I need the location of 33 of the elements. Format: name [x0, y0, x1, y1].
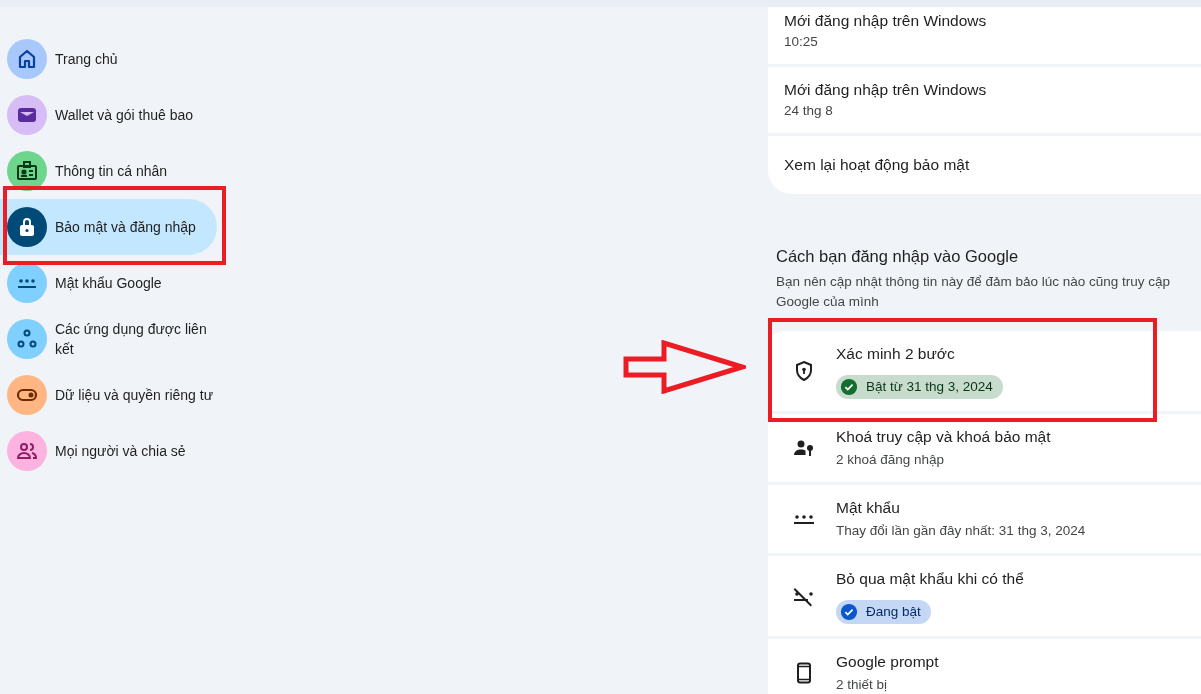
activity-title: Mới đăng nhập trên Windows	[784, 11, 988, 31]
section-description: Bạn nên cập nhật thông tin này để đảm bảo lúc nào cũng truy cập	[776, 273, 1172, 291]
activity-title: Mới đăng nhập trên Windows	[784, 80, 988, 100]
method-detail: 2 thiết bị	[836, 676, 889, 694]
sidebar-item[interactable]: Mật khẩu Google	[0, 255, 217, 311]
method-title: Xác minh 2 bước	[836, 344, 956, 364]
signin-method-row[interactable]: Mật khẩu Thay đổi lần gần đây nhất: 31 thg 3, 2024	[768, 485, 1201, 553]
activity-card[interactable]: Mới đăng nhập trên Windows 24 thg 8	[768, 67, 1201, 133]
activity-card[interactable]: Xem lại hoạt động bảo mật	[768, 136, 1201, 194]
method-title: Khoá truy cập và khoá bảo mật	[836, 427, 1051, 447]
activity-title: Xem lại hoạt động bảo mật	[784, 155, 971, 175]
status-badge: Bật từ 31 thg 3, 2024	[836, 375, 1003, 399]
method-detail: 2 khoá đăng nhập	[836, 451, 946, 469]
section-title: Cách bạn đăng nhập vào Google	[776, 246, 1020, 267]
signin-method-row[interactable]: Google prompt 2 thiết bị	[768, 639, 1201, 694]
status-badge: Đang bật	[836, 600, 931, 624]
sidebar-item[interactable]: Dữ liệu và quyền riêng tư	[0, 367, 217, 423]
method-title: Google prompt	[836, 652, 939, 672]
section-description: Google của mình	[776, 293, 880, 311]
method-title: Bỏ qua mật khẩu khi có thể	[836, 569, 1024, 589]
sidebar-item[interactable]: Wallet và gói thuê bao	[0, 87, 217, 143]
activity-time: 24 thg 8	[784, 102, 834, 120]
sidebar-item[interactable]: Trang chủ	[0, 31, 217, 87]
method-title: Mật khẩu	[836, 498, 901, 518]
method-detail: Thay đổi lần gần đây nhất: 31 thg 3, 2024	[836, 522, 1086, 540]
sidebar-item[interactable]: Mọi người và chia sẻ	[0, 423, 217, 479]
sidebar-item[interactable]: Các ứng dụng được liên kết	[0, 311, 217, 367]
sidebar-item[interactable]: Thông tin cá nhân	[0, 143, 217, 199]
sidebar-item[interactable]: Bảo mật và đăng nhập	[0, 199, 217, 255]
signin-method-row[interactable]: Bỏ qua mật khẩu khi có thể Đang bật	[768, 556, 1201, 636]
activity-time: 10:25	[784, 33, 819, 51]
activity-card[interactable]: Mới đăng nhập trên Windows 10:25	[768, 7, 1201, 64]
signin-method-row[interactable]: Khoá truy cập và khoá bảo mật 2 khoá đăng nhập	[768, 414, 1201, 482]
